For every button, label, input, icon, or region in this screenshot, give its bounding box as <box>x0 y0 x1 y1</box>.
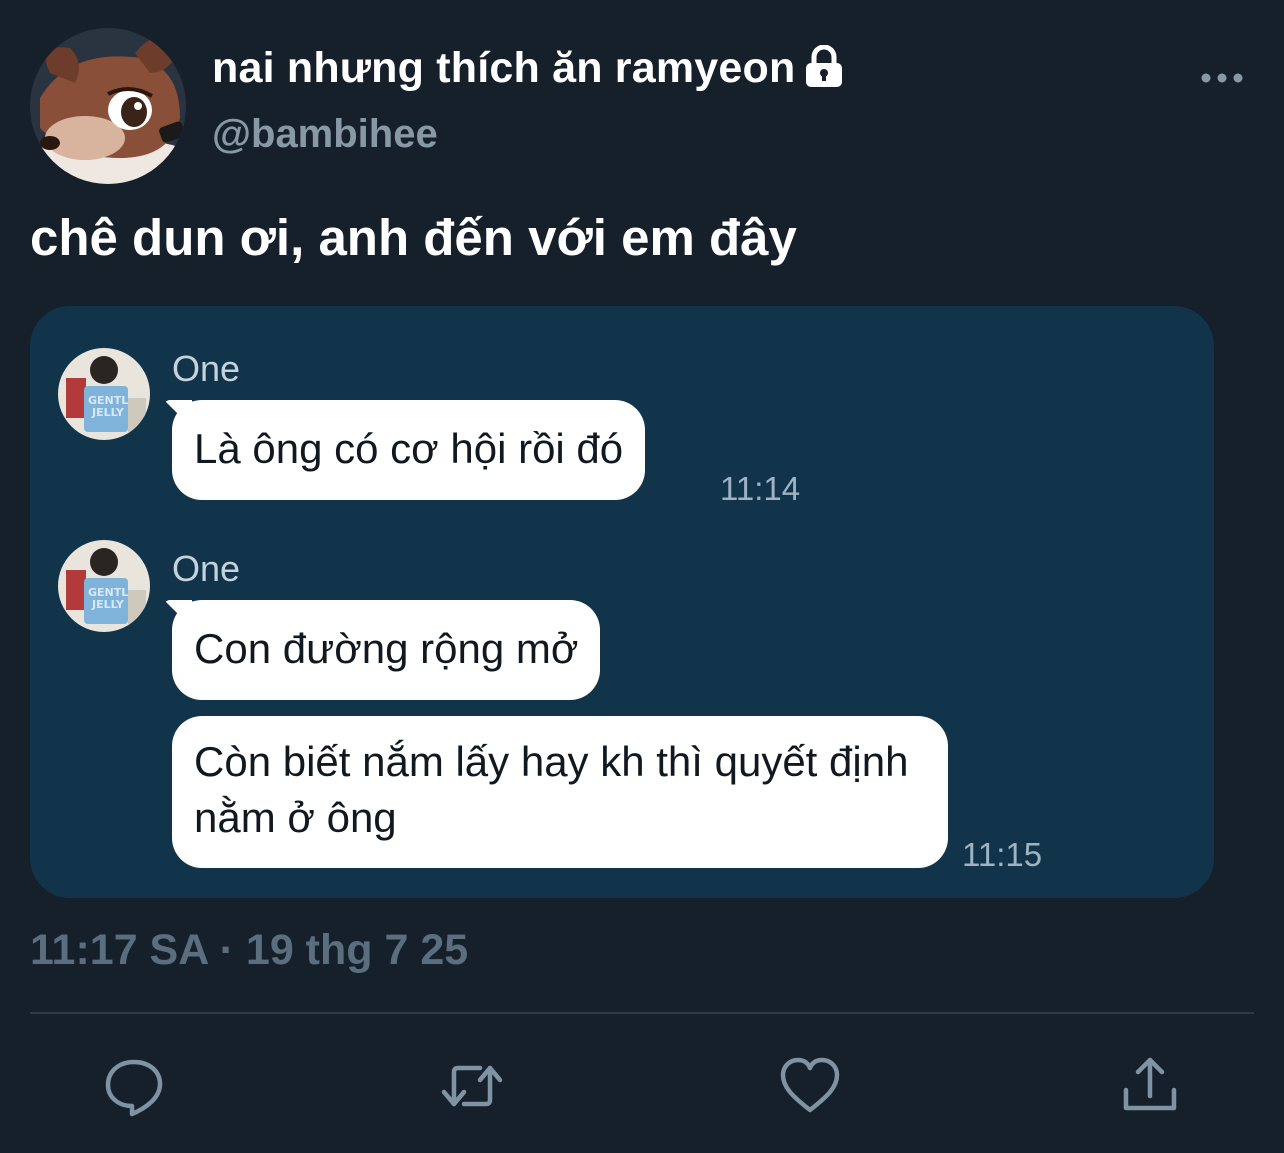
chat-bubble: Là ông có cơ hội rồi đó <box>172 400 646 500</box>
message-time: 11:14 <box>720 470 801 507</box>
like-icon[interactable] <box>778 1054 842 1118</box>
sender-avatar: GENTLE JELLY <box>58 540 150 632</box>
svg-text:JELLY: JELLY <box>91 598 125 611</box>
fawn-avatar-icon <box>30 28 186 184</box>
tweet-text: chê dun ơi, anh đến với em đây <box>30 209 797 266</box>
lock-icon <box>806 44 843 87</box>
author-avatar[interactable] <box>30 28 186 184</box>
retweet-icon[interactable] <box>440 1054 504 1118</box>
svg-text:JELLY: JELLY <box>91 406 125 419</box>
more-options-icon[interactable] <box>1200 66 1244 90</box>
sender-avatar-icon: GENTLE JELLY <box>58 348 150 440</box>
tweet-media-image[interactable]: GENTLE JELLY One Là ông có cơ hội rồi đó… <box>30 306 1214 898</box>
sender-avatar: GENTLE JELLY <box>58 348 150 440</box>
reply-icon[interactable] <box>102 1054 166 1118</box>
sender-name: One <box>172 348 241 389</box>
display-name-text: nai nhưng thích ăn ramyeon <box>212 44 796 92</box>
chat-bubble: Còn biết nắm lấy hay kh thì quyết định n… <box>172 716 948 868</box>
tweet: nai nhưng thích ăn ramyeon @bambihee chê… <box>0 0 1284 1153</box>
tweet-timestamp[interactable]: 11:17 SA · 19 thg 7 25 <box>30 926 468 975</box>
message-time: 11:15 <box>962 836 1043 873</box>
sender-avatar-icon: GENTLE JELLY <box>58 540 150 632</box>
share-icon[interactable] <box>1118 1054 1182 1118</box>
divider <box>30 1012 1254 1014</box>
author-display-name[interactable]: nai nhưng thích ăn ramyeon <box>212 44 845 93</box>
chat-bubble: Con đường rộng mở <box>172 600 601 700</box>
author-handle[interactable]: @bambihee <box>212 112 438 157</box>
sender-name: One <box>172 548 241 589</box>
